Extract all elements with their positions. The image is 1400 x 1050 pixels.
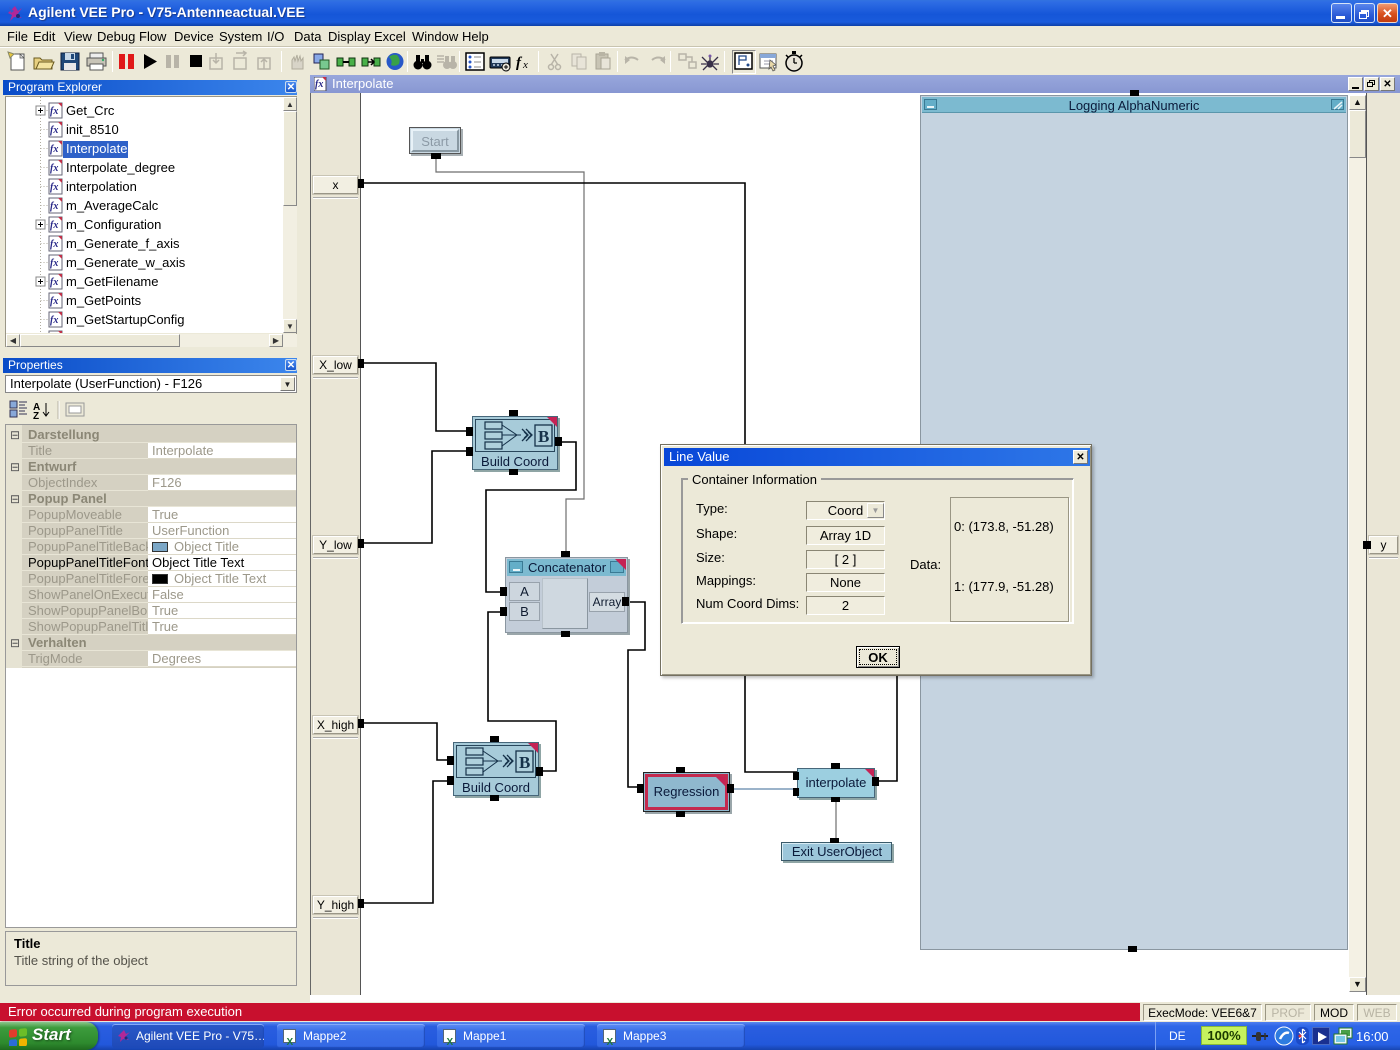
svg-text:init_8510: init_8510	[66, 122, 119, 137]
svg-text:m_GetPoints: m_GetPoints	[66, 293, 142, 308]
svg-text:m_Generate_f_axis: m_Generate_f_axis	[66, 236, 180, 251]
svg-text:m_GetStartupConfig: m_GetStartupConfig	[66, 312, 185, 327]
svg-text:B: B	[519, 753, 530, 772]
svg-text:Interpolate: Interpolate	[66, 141, 127, 156]
svg-text:Interpolate_degree: Interpolate_degree	[66, 160, 175, 175]
svg-text:x: x	[522, 59, 528, 71]
svg-text:B: B	[538, 427, 549, 446]
svg-text:m_Generate_w_axis: m_Generate_w_axis	[66, 255, 186, 270]
svg-text:interpolation: interpolation	[66, 179, 137, 194]
svg-text:Z: Z	[33, 411, 39, 422]
svg-text:m_Initialize: m_Initialize	[66, 331, 131, 333]
svg-text:f: f	[516, 55, 523, 71]
svg-text:Get_Crc: Get_Crc	[66, 103, 115, 118]
svg-text:m_GetFilename: m_GetFilename	[66, 274, 158, 289]
svg-text:m_AverageCalc: m_AverageCalc	[66, 198, 159, 213]
svg-text:m_Configuration: m_Configuration	[66, 217, 161, 232]
